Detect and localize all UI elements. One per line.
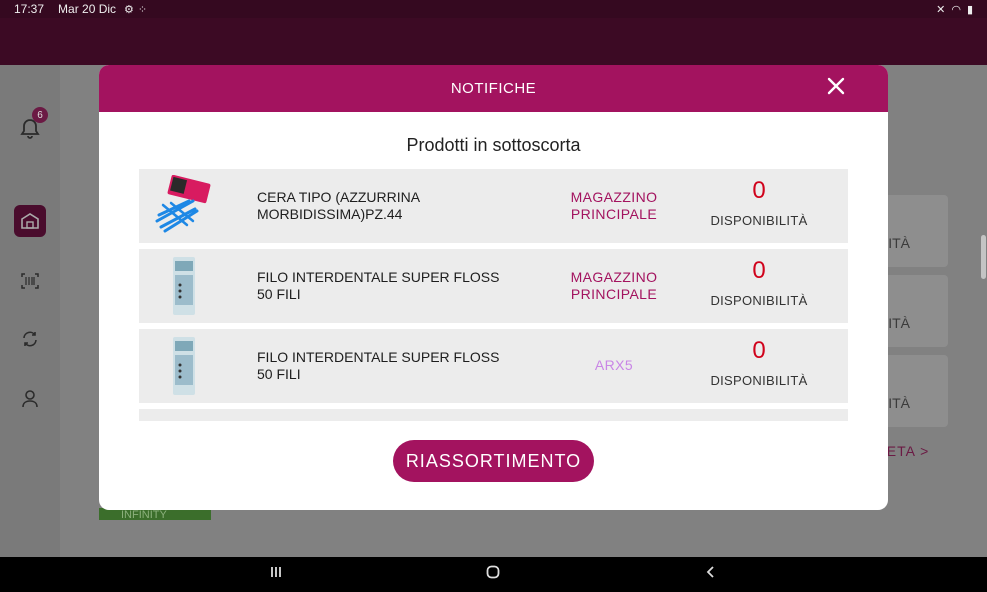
sync-icon — [23, 331, 37, 347]
side-rail: 6 — [0, 65, 60, 557]
grid-icon: ⁘ — [137, 3, 148, 16]
status-bar: 17:37 Mar 20 Dic ⚙ ⁘ ✕ ◠ ▮ — [0, 0, 987, 18]
status-date: Mar 20 Dic — [58, 2, 117, 16]
back-button[interactable] — [699, 565, 723, 584]
warehouse-icon — [21, 213, 39, 229]
restock-button[interactable]: RIASSORTIMENTO — [393, 440, 594, 482]
modal-title: NOTIFICHE — [450, 80, 537, 97]
product-quantity: 0 — [752, 257, 766, 284]
status-right-icons: ✕ ◠ ▮ — [936, 3, 973, 16]
sync-button[interactable] — [14, 323, 46, 355]
product-name: FILO INTERDENTALE SUPER FLOSS 50 FILI — [257, 269, 500, 302]
notification-badge: 6 — [32, 107, 48, 123]
close-icon — [827, 77, 845, 95]
profile-button[interactable] — [14, 383, 46, 415]
settings-icon: ⚙ — [124, 3, 134, 16]
product-location: MAGAZZINO PRINCIPALE — [570, 189, 658, 222]
product-location: ARX5 — [594, 357, 634, 373]
product-name: CERA TIPO (AZZURRINA MORBIDISSIMA)PZ.44 — [257, 189, 420, 222]
recents-icon — [271, 567, 281, 577]
home-icon — [486, 565, 500, 579]
modal-header: NOTIFICHE — [99, 65, 888, 112]
recents-button[interactable] — [264, 565, 288, 584]
notifications-modal: NOTIFICHE Prodotti in sottoscorta CERA T… — [99, 65, 888, 510]
mute-icon: ✕ — [936, 3, 946, 16]
system-nav-bar — [0, 557, 987, 592]
product-image — [173, 337, 195, 395]
status-time: 17:37 — [14, 2, 45, 16]
product-image — [173, 257, 195, 315]
product-location: MAGAZZINO PRINCIPALE — [570, 269, 658, 302]
status-icons: ⚙ ⁘ — [124, 3, 147, 16]
barcode-scan-icon — [21, 273, 39, 289]
product-name: FILO INTERDENTALE SUPER FLOSS 50 FILI — [257, 349, 500, 382]
product-list[interactable]: CERA TIPO (AZZURRINA MORBIDISSIMA)PZ.44 … — [139, 169, 848, 421]
user-icon — [22, 390, 38, 408]
app-header — [0, 18, 987, 65]
quantity-label: DISPONIBILITÀ — [710, 293, 808, 308]
product-image — [155, 175, 211, 233]
list-item[interactable]: FILO INTERDENTALE SUPER FLOSS 50 FILI AR… — [139, 329, 848, 403]
back-icon — [706, 566, 714, 578]
quantity-label: DISPONIBILITÀ — [710, 213, 808, 228]
list-item[interactable]: CERA TIPO (AZZURRINA MORBIDISSIMA)PZ.44 … — [139, 169, 848, 243]
section-title: Prodotti in sottoscorta — [406, 135, 581, 155]
scrollbar-thumb[interactable] — [981, 235, 986, 279]
barcode-scan-button[interactable] — [14, 265, 46, 297]
product-quantity: 0 — [752, 177, 766, 204]
warehouse-button[interactable] — [14, 205, 46, 237]
wifi-icon: ◠ — [951, 3, 961, 16]
home-button[interactable] — [481, 565, 505, 584]
quantity-label: DISPONIBILITÀ — [710, 373, 808, 388]
notifications-button[interactable]: 6 — [14, 107, 48, 145]
product-quantity: 0 — [752, 337, 766, 364]
list-item[interactable]: FILO INTERDENTALE SUPER FLOSS 50 FILI MA… — [139, 249, 848, 323]
close-button[interactable] — [824, 77, 848, 101]
battery-icon: ▮ — [966, 3, 973, 16]
list-item[interactable] — [139, 409, 848, 421]
